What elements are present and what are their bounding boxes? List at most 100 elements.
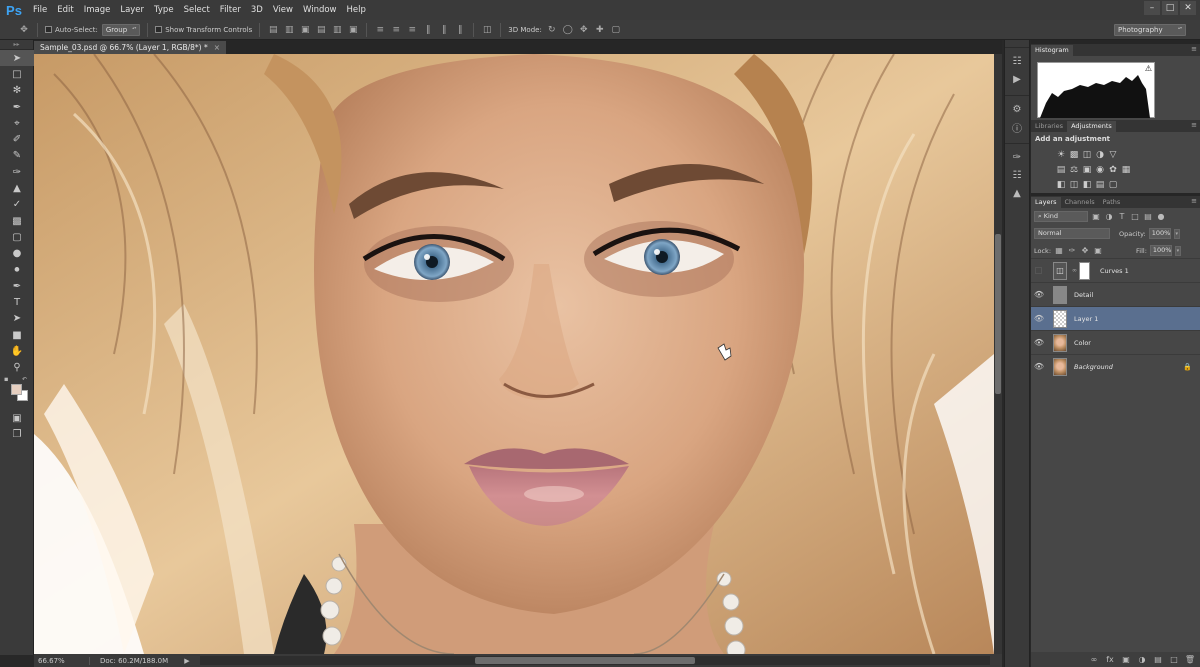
hand-tool-icon[interactable]: ✋	[0, 343, 34, 359]
lock-image-icon[interactable]: ✑	[1067, 246, 1077, 256]
close-button[interactable]: ✕	[1180, 1, 1196, 15]
history-brush-tool-icon[interactable]: ✓	[0, 197, 34, 213]
channel-mixer-icon[interactable]: ✿	[1107, 164, 1119, 176]
zoom-tool-icon[interactable]: ⚲	[0, 360, 34, 376]
lock-position-icon[interactable]: ✥	[1080, 246, 1090, 256]
align-hcenter-icon[interactable]: ▥	[331, 24, 343, 36]
clone-source-panel-icon[interactable]: ▲	[1005, 184, 1029, 202]
dodge-tool-icon[interactable]: ⚫	[0, 262, 34, 278]
threshold-icon[interactable]: ◧	[1081, 179, 1093, 191]
tab-libraries[interactable]: Libraries	[1031, 121, 1067, 132]
auto-align-icon[interactable]: ◫	[481, 24, 493, 36]
clone-stamp-tool-icon[interactable]: ▲	[0, 180, 34, 196]
filter-smart-object-icon[interactable]: ▤	[1143, 212, 1153, 222]
dock-grip[interactable]	[1005, 40, 1029, 48]
gradient-tool-icon[interactable]: ▢	[0, 229, 34, 245]
eraser-tool-icon[interactable]: ▩	[0, 213, 34, 229]
color-balance-icon[interactable]: ⚖	[1068, 164, 1080, 176]
brush-panel-icon[interactable]: ☷	[1005, 166, 1029, 184]
move-tool-preset-icon[interactable]: ✥	[18, 24, 30, 36]
panel-collapse-handle[interactable]: ▸▸	[0, 40, 33, 50]
hue-saturation-icon[interactable]: ▤	[1055, 164, 1067, 176]
properties-panel-icon[interactable]: ⚙	[1005, 100, 1029, 118]
zoom-level[interactable]: 66.67%	[34, 656, 90, 665]
fill-field[interactable]: 100%	[1149, 245, 1172, 256]
healing-brush-tool-icon[interactable]: ✎	[0, 148, 34, 164]
default-colors-icon[interactable]: ◾	[4, 376, 8, 383]
canvas-vertical-scrollbar[interactable]	[994, 54, 1002, 654]
eye-icon[interactable]: 👁	[1031, 314, 1047, 323]
tab-histogram[interactable]: Histogram	[1031, 45, 1073, 56]
distribute-bottom-icon[interactable]: ≡	[406, 24, 418, 36]
color-lookup-icon[interactable]: ▦	[1120, 164, 1132, 176]
slide-3d-icon[interactable]: ✚	[594, 24, 606, 36]
document-tab[interactable]: Sample_03.psd @ 66.7% (Layer 1, RGB/8*) …	[34, 41, 227, 54]
new-adjustment-layer-icon[interactable]: ◑	[1136, 654, 1148, 666]
menu-image[interactable]: Image	[79, 0, 116, 20]
filter-kind-dropdown[interactable]: ⌕ Kind	[1034, 211, 1088, 222]
layer-style-icon[interactable]: fx	[1104, 654, 1116, 666]
rotate-3d-icon[interactable]: ↻	[546, 24, 558, 36]
layer-row-detail[interactable]: 👁 Detail	[1031, 282, 1200, 306]
fill-slider-toggle[interactable]: ▾	[1174, 245, 1181, 256]
distribute-top-icon[interactable]: ≡	[374, 24, 386, 36]
tab-channels[interactable]: Channels	[1061, 197, 1099, 208]
panel-menu-icon[interactable]: ≡	[1191, 121, 1197, 129]
canvas-horizontal-scrollbar[interactable]	[200, 656, 990, 665]
align-left-icon[interactable]: ▤	[315, 24, 327, 36]
quick-selection-tool-icon[interactable]: ✒	[0, 99, 34, 115]
invert-icon[interactable]: ◧	[1055, 179, 1067, 191]
pen-tool-icon[interactable]: ✒	[0, 278, 34, 294]
brightness-contrast-icon[interactable]: ☀	[1055, 149, 1067, 161]
layer-row-color[interactable]: 👁 Color	[1031, 330, 1200, 354]
align-vcenter-icon[interactable]: ▥	[283, 24, 295, 36]
new-group-icon[interactable]: ▤	[1152, 654, 1164, 666]
minimize-button[interactable]: –	[1144, 1, 1160, 15]
link-layers-icon[interactable]: ∞	[1088, 654, 1100, 666]
eye-icon[interactable]: 👁	[1031, 290, 1047, 299]
layer-row-curves[interactable]: ◫ ∞ Curves 1	[1031, 258, 1200, 282]
distribute-vcenter-icon[interactable]: ≡	[390, 24, 402, 36]
add-mask-icon[interactable]: ▣	[1120, 654, 1132, 666]
menu-view[interactable]: View	[268, 0, 298, 20]
distribute-hcenter-icon[interactable]: ‖	[438, 24, 450, 36]
status-menu-arrow-icon[interactable]: ▶	[180, 657, 194, 665]
lasso-tool-icon[interactable]: ✻	[0, 83, 34, 99]
align-top-icon[interactable]: ▤	[267, 24, 279, 36]
screen-mode-icon[interactable]: ❐	[0, 426, 34, 442]
menu-select[interactable]: Select	[179, 0, 215, 20]
menu-layer[interactable]: Layer	[115, 0, 149, 20]
close-document-icon[interactable]: ×	[214, 41, 220, 54]
tab-adjustments[interactable]: Adjustments	[1067, 121, 1116, 132]
posterize-icon[interactable]: ◫	[1068, 179, 1080, 191]
opacity-field[interactable]: 100%	[1148, 228, 1171, 239]
panel-menu-icon[interactable]: ≡	[1191, 45, 1197, 53]
scale-3d-icon[interactable]: ▢	[610, 24, 622, 36]
filter-pixel-icon[interactable]: ▣	[1091, 212, 1101, 222]
menu-help[interactable]: Help	[342, 0, 371, 20]
delete-layer-icon[interactable]: 🗑	[1184, 654, 1196, 666]
menu-3d[interactable]: 3D	[246, 0, 268, 20]
vibrance-icon[interactable]: ▽	[1107, 149, 1119, 161]
eyedropper-tool-icon[interactable]: ✐	[0, 131, 34, 147]
new-layer-icon[interactable]: □	[1168, 654, 1180, 666]
move-tool-icon[interactable]: ➤	[0, 50, 34, 67]
rectangle-tool-icon[interactable]: ■	[0, 327, 34, 343]
blend-mode-dropdown[interactable]: Normal	[1034, 228, 1110, 239]
filter-adjustment-icon[interactable]: ◑	[1104, 212, 1114, 222]
layer-row-background[interactable]: 👁 Background 🔒	[1031, 354, 1200, 378]
panel-menu-icon[interactable]: ≡	[1191, 197, 1197, 205]
eye-icon[interactable]: 👁	[1031, 338, 1047, 347]
blur-tool-icon[interactable]: ●	[0, 246, 34, 262]
levels-icon[interactable]: ▩	[1068, 149, 1080, 161]
black-white-icon[interactable]: ▣	[1081, 164, 1093, 176]
tab-layers[interactable]: Layers	[1031, 197, 1061, 208]
align-right-icon[interactable]: ▣	[347, 24, 359, 36]
horizontal-scroll-thumb[interactable]	[475, 657, 695, 664]
gradient-map-icon[interactable]: ▤	[1094, 179, 1106, 191]
auto-select-target-dropdown[interactable]: Group	[101, 23, 141, 36]
photo-filter-icon[interactable]: ◉	[1094, 164, 1106, 176]
history-panel-icon[interactable]: ☷	[1005, 52, 1029, 70]
marquee-tool-icon[interactable]: □	[0, 66, 34, 82]
info-panel-icon[interactable]: ⓘ	[1005, 118, 1029, 136]
